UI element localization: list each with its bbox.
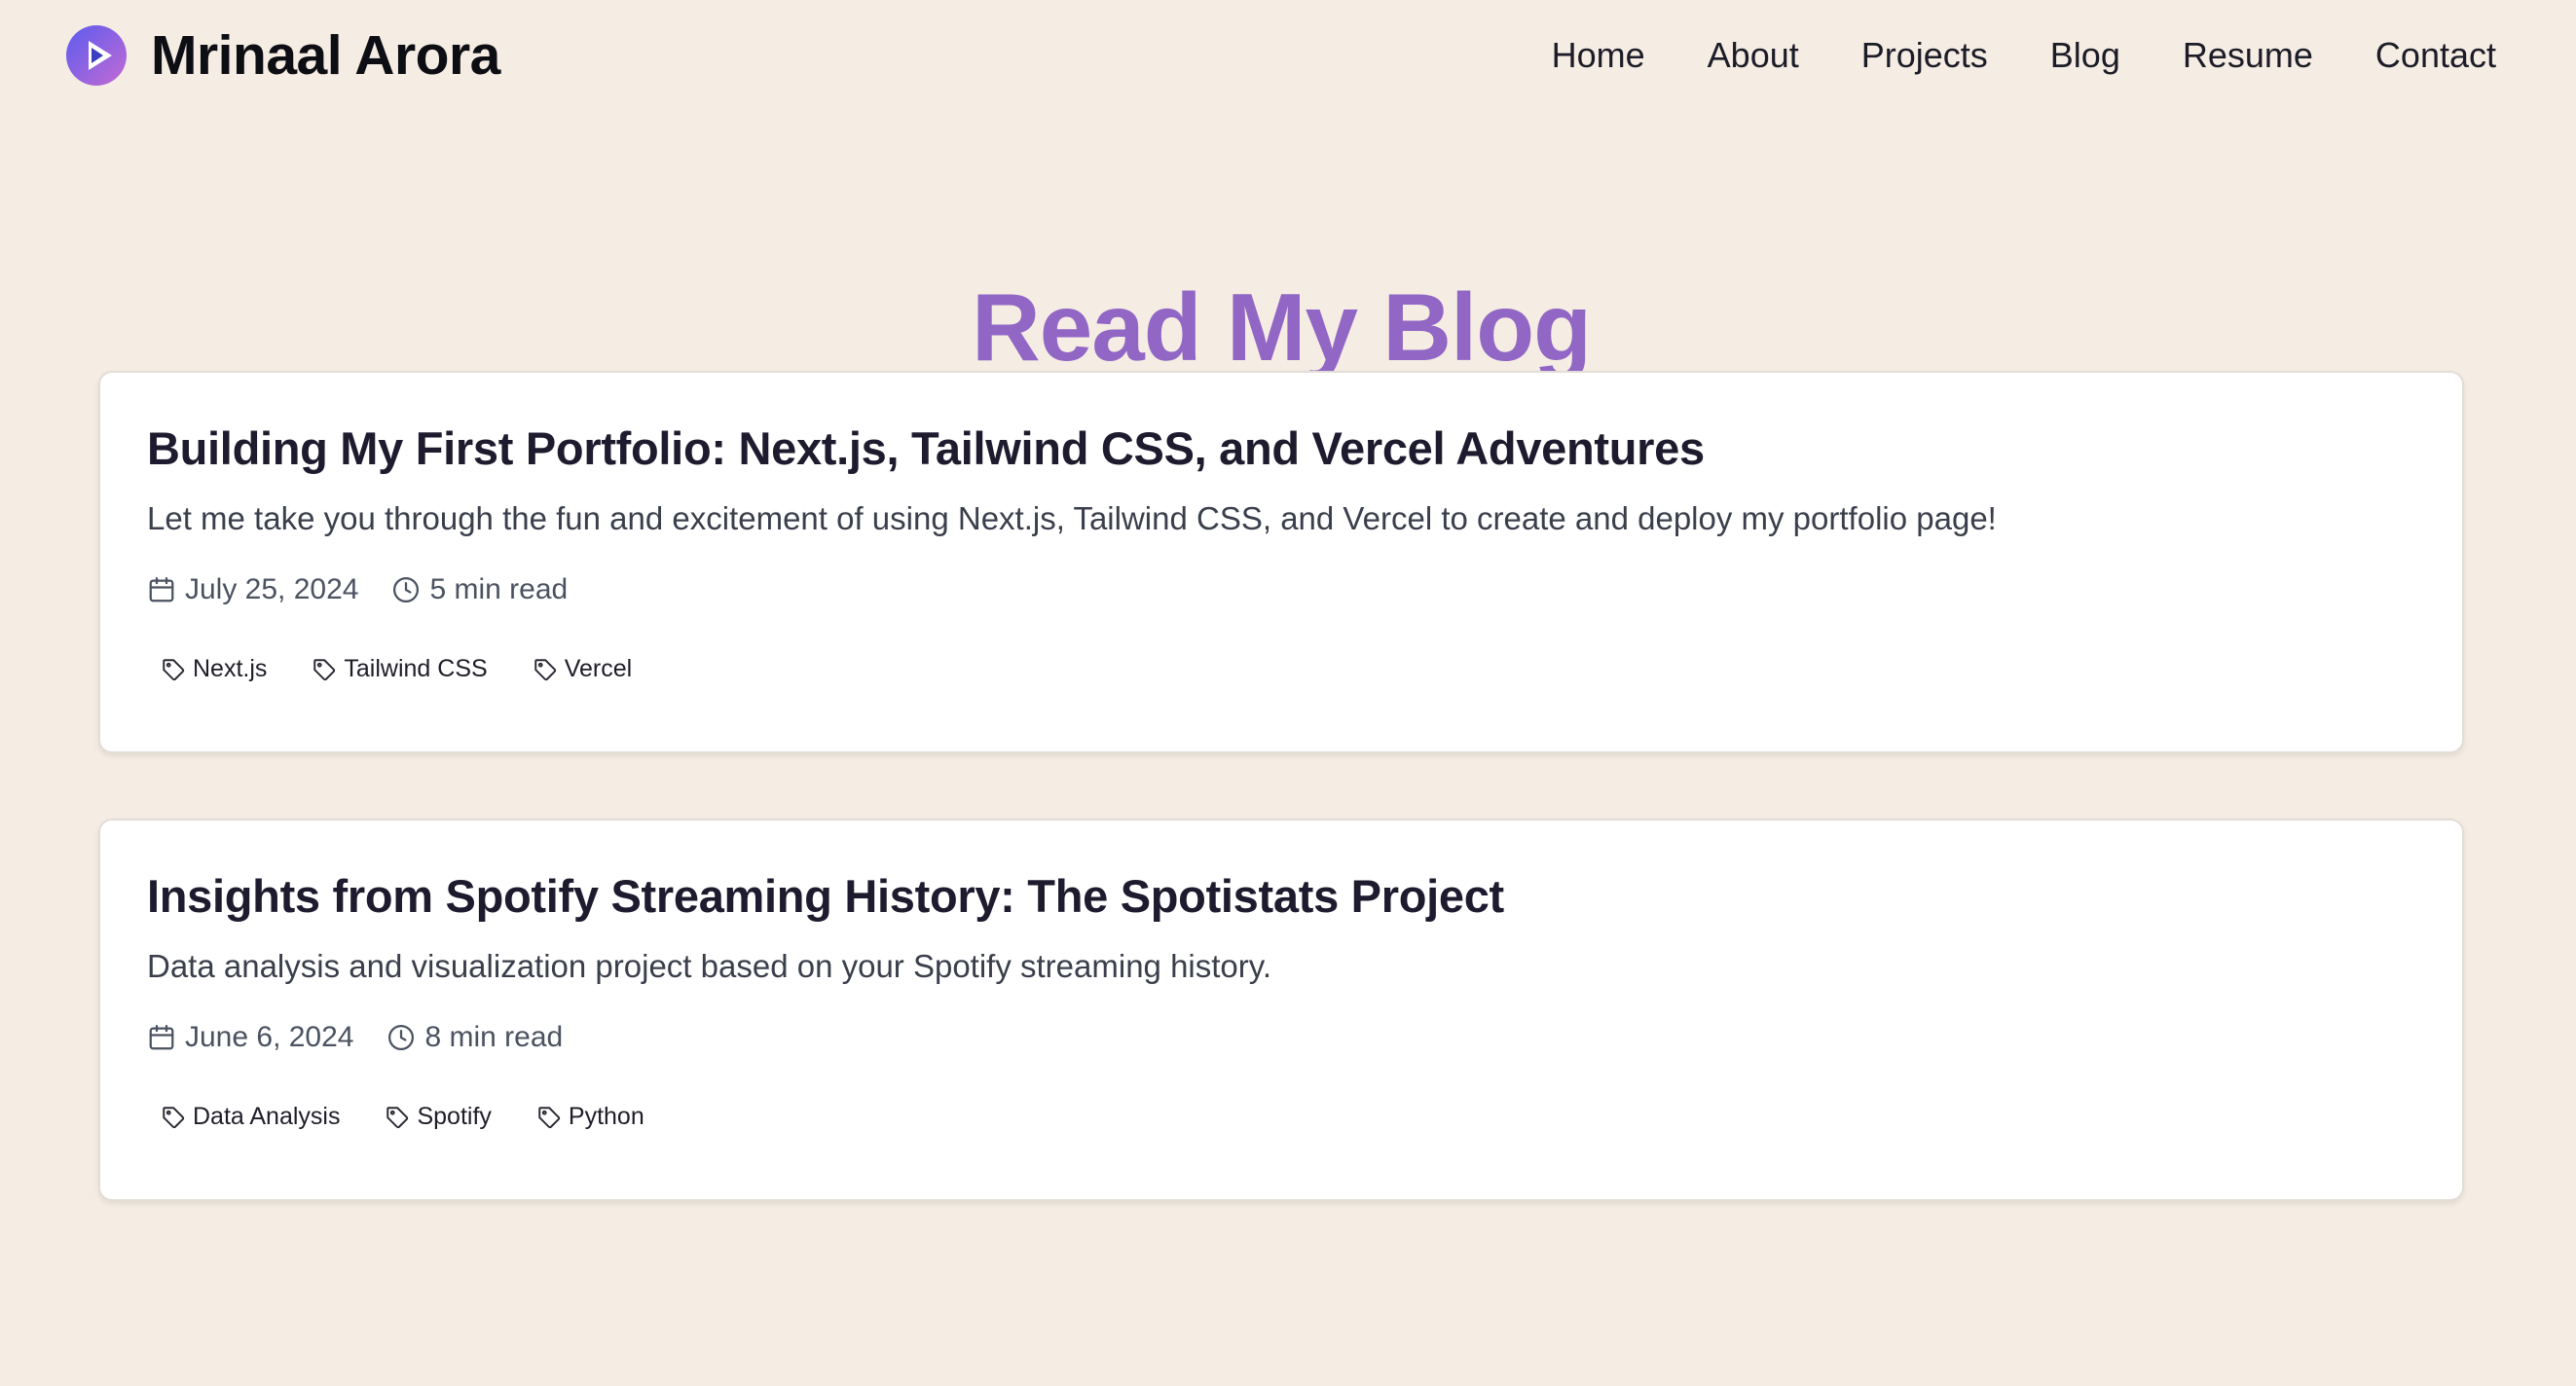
blog-post-card[interactable]: Insights from Spotify Streaming History:…: [98, 819, 2464, 1201]
tag-icon: [386, 1106, 409, 1128]
post-title[interactable]: Building My First Portfolio: Next.js, Ta…: [147, 421, 1705, 475]
tag-icon: [538, 1106, 561, 1128]
nav-link-about[interactable]: About: [1708, 35, 1799, 76]
post-description: Data analysis and visualization project …: [147, 948, 1271, 984]
nav-link-contact[interactable]: Contact: [2375, 35, 2496, 76]
post-read-time: 8 min read: [386, 1021, 563, 1054]
post-date-text: July 25, 2024: [185, 573, 359, 605]
clock-icon: [393, 577, 420, 602]
tag-icon: [163, 1106, 185, 1128]
tag-vercel[interactable]: Vercel: [533, 655, 632, 683]
tag-label: Python: [568, 1103, 644, 1130]
main-nav: Home About Projects Blog Resume Contact: [1552, 27, 2496, 84]
post-read-time-text: 5 min read: [429, 573, 569, 605]
tag-tailwind-css[interactable]: Tailwind CSS: [312, 655, 488, 683]
tag-icon: [534, 658, 556, 680]
tag-nextjs[interactable]: Next.js: [161, 655, 267, 683]
post-tags: Next.js Tailwind CSS Vercel: [161, 655, 677, 683]
tag-python[interactable]: Python: [536, 1103, 644, 1131]
post-date: July 25, 2024: [147, 573, 358, 606]
post-read-time: 5 min read: [391, 573, 568, 606]
nav-link-home[interactable]: Home: [1552, 35, 1645, 76]
tag-icon: [313, 658, 336, 680]
nav-link-resume[interactable]: Resume: [2183, 35, 2313, 76]
tag-label: Spotify: [417, 1103, 492, 1130]
tag-label: Tailwind CSS: [344, 655, 488, 682]
nav-link-projects[interactable]: Projects: [1861, 35, 1988, 76]
tag-label: Data Analysis: [193, 1103, 341, 1130]
page-title: Read My Blog: [972, 273, 1592, 381]
tag-data-analysis[interactable]: Data Analysis: [161, 1103, 340, 1131]
tag-label: Next.js: [193, 655, 268, 682]
post-tags: Data Analysis Spotify Python: [161, 1103, 689, 1131]
post-description: Let me take you through the fun and exci…: [147, 500, 1997, 536]
blog-post-card[interactable]: Building My First Portfolio: Next.js, Ta…: [98, 371, 2464, 753]
tag-icon: [163, 658, 185, 680]
tag-label: Vercel: [564, 655, 633, 682]
post-date: June 6, 2024: [147, 1021, 353, 1054]
calendar-icon: [149, 577, 174, 602]
post-date-text: June 6, 2024: [185, 1021, 354, 1053]
post-meta: July 25, 2024 5 min read: [147, 573, 601, 606]
play-circle-logo-icon: [66, 25, 127, 86]
brand[interactable]: Mrinaal Arora: [65, 23, 500, 88]
brand-name[interactable]: Mrinaal Arora: [151, 23, 500, 88]
post-read-time-text: 8 min read: [424, 1021, 564, 1053]
post-meta: June 6, 2024 8 min read: [147, 1021, 596, 1054]
nav-link-blog[interactable]: Blog: [2050, 35, 2120, 76]
site-header: Mrinaal Arora Home About Projects Blog R…: [0, 0, 2576, 112]
clock-icon: [388, 1025, 415, 1050]
calendar-icon: [149, 1025, 174, 1050]
tag-spotify[interactable]: Spotify: [385, 1103, 492, 1131]
post-title[interactable]: Insights from Spotify Streaming History:…: [147, 869, 1504, 923]
